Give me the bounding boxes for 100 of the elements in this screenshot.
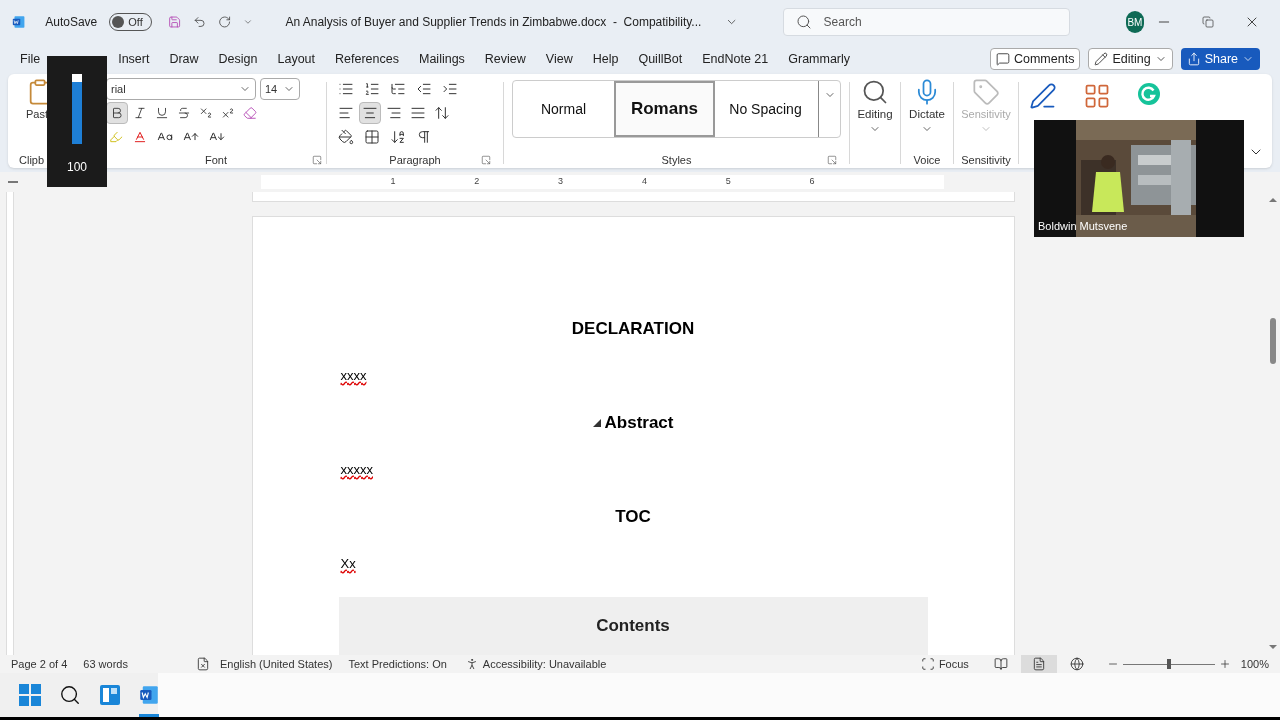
group-label: Sensitivity (961, 152, 1011, 168)
editing-mode-button[interactable]: Editing (1088, 48, 1173, 70)
search-icon[interactable] (59, 684, 81, 706)
scroll-up-icon[interactable] (1269, 196, 1277, 204)
font-size-field[interactable]: 14 (260, 78, 300, 100)
undo-icon[interactable] (193, 14, 207, 30)
menu-tab[interactable]: File (20, 49, 41, 69)
windows-start-icon[interactable] (19, 684, 41, 706)
scroll-down-icon[interactable] (1269, 643, 1277, 651)
language-status[interactable]: English (United States) (219, 655, 333, 673)
pencil-icon (1094, 52, 1109, 66)
word-logo-icon[interactable] (12, 14, 26, 30)
ruler-number: 2 (474, 175, 480, 189)
proofing-icon[interactable] (195, 657, 210, 671)
zoom-level[interactable]: 100% (1240, 655, 1269, 673)
volume-reading: 100 (67, 159, 87, 176)
group-label: Voice (913, 152, 941, 168)
participant-name: Boldwin Mutsvene (1038, 218, 1128, 234)
dialog-launcher-icon[interactable] (827, 155, 837, 165)
menu-tab[interactable]: References (335, 49, 399, 69)
search-field[interactable]: Search (823, 13, 1057, 31)
page-count[interactable]: Page 2 of 4 (11, 655, 68, 673)
focus-button[interactable]: Focus (920, 655, 969, 673)
ruler-number: 5 (725, 175, 731, 189)
toc-title: Contents (596, 615, 670, 638)
share-button[interactable]: Share (1180, 48, 1260, 70)
text-predictions-status[interactable]: Text Predictions: On (348, 655, 447, 673)
accessibility-status[interactable]: Accessibility: Unavailable (464, 655, 607, 673)
save-icon[interactable] (167, 14, 181, 30)
document-text: xxxx (340, 366, 367, 385)
menu-tab[interactable]: Help (592, 49, 619, 69)
line-spacing-icon (434, 105, 450, 121)
focus-icon (920, 657, 935, 671)
word-app-icon[interactable] (139, 685, 159, 705)
font-color-icon (133, 130, 147, 144)
ruler-number: 1 (390, 175, 396, 189)
user-avatar[interactable]: BM (1125, 11, 1145, 33)
dialog-launcher-icon[interactable] (481, 155, 491, 165)
bold-button[interactable] (106, 102, 128, 124)
view-mode-button[interactable] (1020, 655, 1057, 673)
share-icon (1186, 52, 1201, 66)
superscript-icon (221, 106, 235, 120)
menu-tab[interactable]: QuillBot (638, 49, 683, 69)
increase-indent-icon (442, 81, 458, 97)
align-icon (386, 105, 402, 121)
view-icon (1069, 657, 1084, 671)
comment-icon (995, 52, 1010, 66)
document-text: xxxxx (340, 460, 373, 479)
tag-icon (972, 78, 1000, 106)
menu-tab[interactable]: Draw (169, 49, 199, 69)
view-icon (993, 657, 1008, 671)
align-button[interactable] (359, 102, 381, 124)
search-icon (861, 78, 889, 106)
collapse-triangle-icon[interactable] (592, 418, 601, 427)
paint-bucket-icon (338, 129, 354, 145)
zoom-slider[interactable] (1122, 659, 1215, 669)
menu-tab[interactable]: Layout (277, 49, 316, 69)
style-item[interactable]: Romans (614, 81, 715, 137)
menu-tab[interactable]: Insert (118, 49, 150, 69)
dictate-button[interactable]: Dictate (901, 78, 953, 136)
bold-icon (110, 106, 124, 120)
autosave-state: Off (128, 14, 143, 30)
numbering-icon (364, 81, 380, 97)
italic-icon (133, 106, 147, 120)
horizontal-ruler[interactable]: 1 2 3 4 5 6 (261, 175, 944, 189)
menu-tab[interactable]: EndNote 21 (702, 49, 769, 69)
restore-icon[interactable] (1202, 16, 1215, 28)
menu-tab[interactable]: Grammarly (788, 49, 851, 69)
editing-button[interactable]: Editing (850, 78, 900, 136)
group-label: Font (205, 152, 227, 168)
pilcrow-icon (416, 129, 432, 145)
zoom-slider-thumb[interactable] (1166, 659, 1171, 669)
document-heading: TOC (615, 505, 651, 528)
bullets-icon (338, 81, 354, 97)
ruler-number: 4 (641, 175, 647, 189)
widgets-icon[interactable] (99, 684, 121, 706)
search-icon (795, 14, 812, 30)
dialog-launcher-icon[interactable] (312, 155, 322, 165)
sort-icon (390, 129, 406, 145)
grid-icon[interactable] (1083, 82, 1111, 110)
underline-icon (155, 106, 169, 120)
subscript-icon (199, 106, 213, 120)
menu-tab[interactable]: View (545, 49, 573, 69)
style-item[interactable]: Normal (513, 81, 614, 137)
zoom-in-icon[interactable] (1218, 658, 1231, 670)
highlighter-icon (109, 130, 123, 144)
menu-tab[interactable]: Design (218, 49, 258, 69)
redo-icon[interactable] (218, 14, 232, 30)
style-item[interactable]: No Spacing (715, 81, 816, 137)
document-heading: Abstract (604, 411, 674, 434)
comments-button[interactable]: Comments (989, 48, 1081, 70)
menu-tab[interactable]: Review (484, 49, 526, 69)
borders-icon (364, 129, 380, 145)
menu-tab[interactable]: Mailings (419, 49, 465, 69)
decrease-indent-icon (416, 81, 432, 97)
pen-icon[interactable] (1029, 82, 1057, 110)
search-bar[interactable]: Search (782, 8, 1070, 36)
group-label: Styles (661, 152, 692, 168)
word-count[interactable]: 63 words (83, 655, 128, 673)
group-label: Paragraph (389, 152, 441, 168)
